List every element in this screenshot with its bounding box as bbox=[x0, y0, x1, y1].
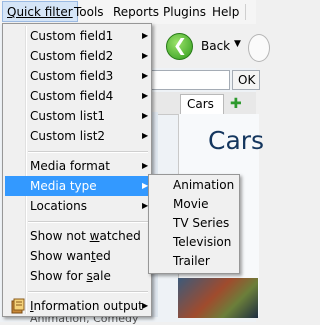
submenu-arrow-icon: ▶ bbox=[142, 71, 149, 80]
menu-bar: Quick filter Tools Reports Plugins Help bbox=[0, 0, 256, 25]
forward-button[interactable] bbox=[248, 34, 270, 62]
menu-item-custom-field1[interactable]: Custom field1 ▶ bbox=[5, 26, 149, 46]
add-tab-icon[interactable]: ✚ bbox=[230, 97, 242, 111]
back-arrow-icon: ❮ bbox=[172, 36, 188, 56]
menu-quick-filter[interactable]: Quick filter bbox=[2, 1, 78, 22]
menu-reports[interactable]: Reports bbox=[113, 4, 159, 20]
menu-item-information-output[interactable]: Information output ▶ bbox=[5, 296, 149, 316]
ok-button[interactable]: OK bbox=[232, 70, 260, 90]
back-label[interactable]: Back bbox=[201, 39, 230, 53]
menu-overflow bbox=[245, 4, 257, 20]
menu-item-custom-field3[interactable]: Custom field3 ▶ bbox=[5, 66, 149, 86]
menu-item-show-wanted[interactable]: Show wanted bbox=[5, 246, 149, 266]
submenu-arrow-icon: ▶ bbox=[142, 51, 149, 60]
submenu-item-television[interactable]: Television bbox=[173, 233, 231, 252]
page-title: Cars bbox=[208, 126, 265, 155]
submenu-item-tv-series[interactable]: TV Series bbox=[173, 214, 229, 233]
menu-item-media-type[interactable]: Media type ▶ bbox=[5, 176, 149, 196]
menu-item-label: Custom field4 bbox=[30, 89, 114, 103]
menu-item-label: Custom field1 bbox=[30, 29, 114, 43]
menu-item-custom-list1[interactable]: Custom list1 ▶ bbox=[5, 106, 149, 126]
menu-separator bbox=[28, 291, 148, 293]
submenu-arrow-icon: ▶ bbox=[142, 31, 149, 40]
menu-item-label: Locations bbox=[30, 199, 88, 213]
menu-item-show-for-sale[interactable]: Show for sale bbox=[5, 266, 149, 286]
menu-quick-filter-label: Quick filter bbox=[7, 5, 73, 19]
submenu-item-trailer[interactable]: Trailer bbox=[173, 252, 210, 271]
media-type-submenu: Animation Movie TV Series Television Tra… bbox=[148, 174, 240, 274]
menu-item-show-not-watched[interactable]: Show not watched bbox=[5, 226, 149, 246]
menu-tools[interactable]: Tools bbox=[74, 4, 104, 20]
menu-item-custom-field4[interactable]: Custom field4 ▶ bbox=[5, 86, 149, 106]
submenu-arrow-icon: ▶ bbox=[142, 301, 149, 310]
menu-item-label: Show not watched bbox=[30, 229, 141, 243]
menu-plugins[interactable]: Plugins bbox=[163, 4, 206, 20]
submenu-arrow-icon: ▶ bbox=[142, 131, 149, 140]
quick-filter-menu: Custom field1 ▶ Custom field2 ▶ Custom f… bbox=[2, 23, 152, 317]
submenu-arrow-icon: ▶ bbox=[142, 161, 149, 170]
menu-item-label: Media type bbox=[30, 179, 97, 193]
tab-cars[interactable]: Cars bbox=[180, 94, 224, 115]
menu-item-label: Custom field3 bbox=[30, 69, 114, 83]
submenu-arrow-icon: ▶ bbox=[142, 91, 149, 100]
menu-item-custom-field2[interactable]: Custom field2 ▶ bbox=[5, 46, 149, 66]
submenu-arrow-icon: ▶ bbox=[142, 111, 149, 120]
menu-help[interactable]: Help bbox=[212, 4, 239, 20]
submenu-item-movie[interactable]: Movie bbox=[173, 195, 209, 214]
information-output-icon bbox=[11, 298, 25, 314]
menu-item-label: Custom list2 bbox=[30, 129, 106, 143]
menu-separator bbox=[28, 151, 148, 153]
menu-separator bbox=[28, 221, 148, 223]
menu-item-label: Show for sale bbox=[30, 269, 111, 283]
poster-image bbox=[178, 278, 258, 318]
menu-item-label: Custom field2 bbox=[30, 49, 114, 63]
menu-item-locations[interactable]: Locations ▶ bbox=[5, 196, 149, 216]
back-dropdown-icon[interactable]: ▼ bbox=[234, 39, 241, 49]
menu-item-label: Show wanted bbox=[30, 249, 111, 263]
submenu-item-animation[interactable]: Animation bbox=[173, 176, 234, 195]
menu-item-label: Media format bbox=[30, 159, 110, 173]
menu-item-media-format[interactable]: Media format ▶ bbox=[5, 156, 149, 176]
menu-item-custom-list2[interactable]: Custom list2 ▶ bbox=[5, 126, 149, 146]
menu-item-label: Information output bbox=[30, 299, 143, 313]
menu-item-label: Custom list1 bbox=[30, 109, 106, 123]
search-input[interactable] bbox=[150, 70, 230, 90]
